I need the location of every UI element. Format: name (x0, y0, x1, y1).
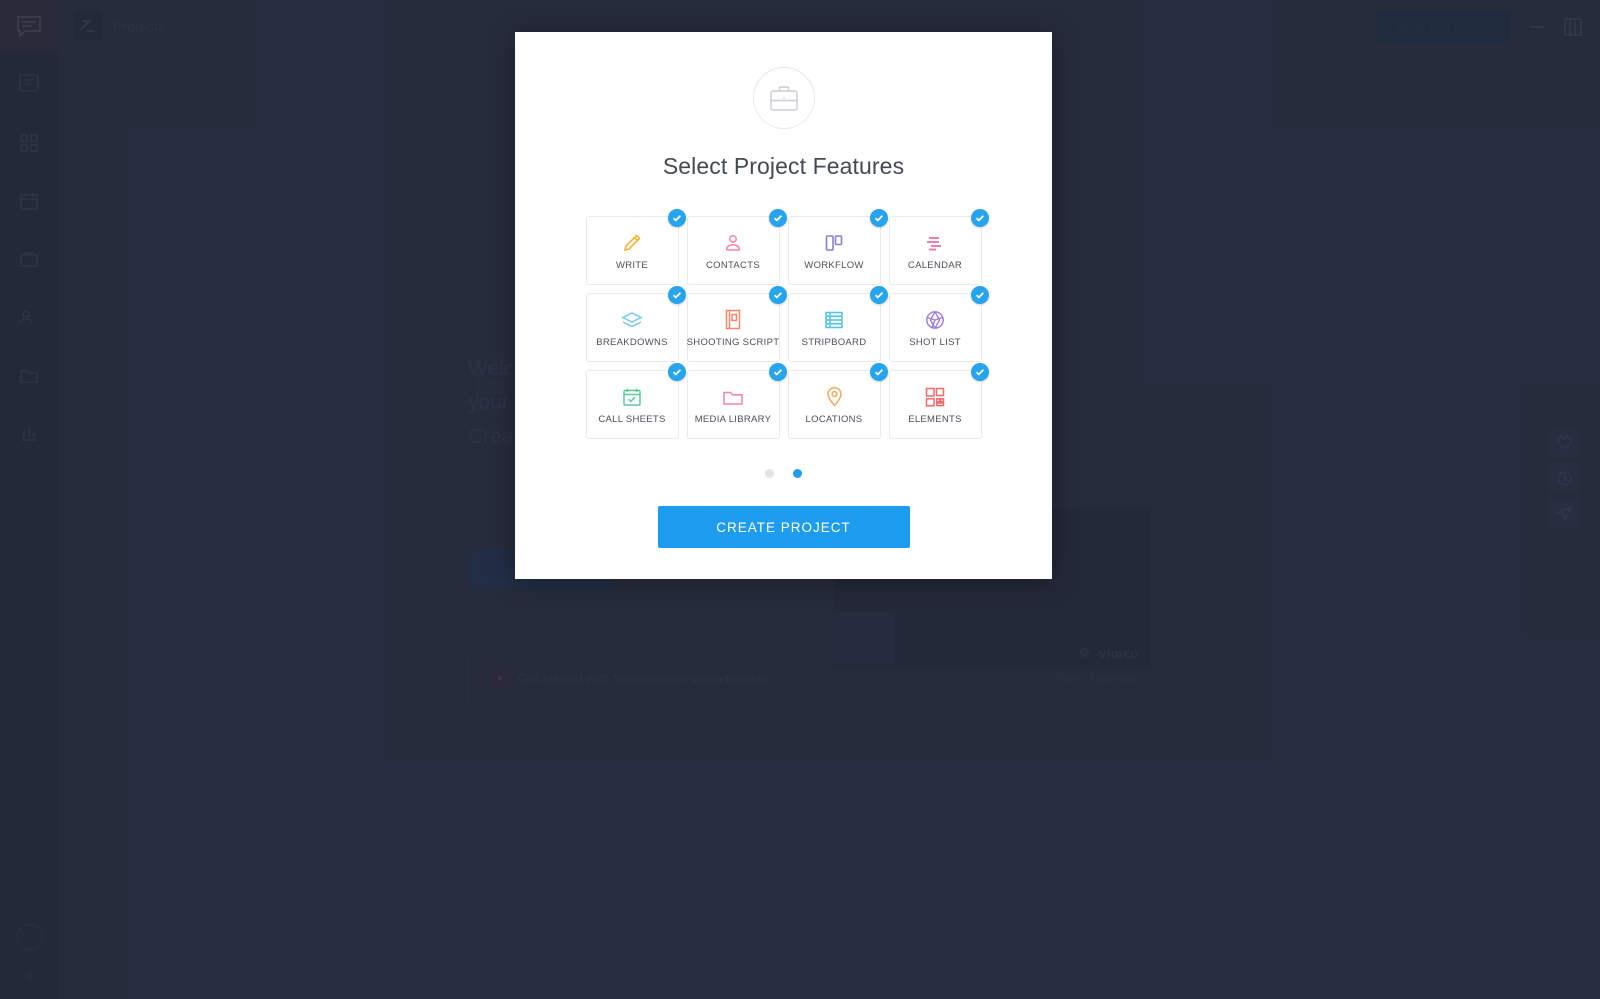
check-icon[interactable] (869, 363, 888, 381)
call-sheet-icon (622, 385, 642, 409)
check-icon[interactable] (667, 209, 686, 227)
folder-icon (722, 385, 744, 409)
feature-label: LOCATIONS (805, 413, 863, 425)
check-icon[interactable] (667, 363, 686, 381)
feature-card-shot-list[interactable]: SHOT LIST (888, 286, 989, 362)
calendar-bars-icon (924, 231, 946, 255)
pagination-dot-1[interactable] (765, 469, 774, 478)
feature-card-locations[interactable]: LOCATIONS (787, 363, 888, 439)
feature-card-call-sheets[interactable]: CALL SHEETS (585, 363, 686, 439)
feature-card-shooting-script[interactable]: SHOOTING SCRIPT (686, 286, 787, 362)
feature-card-calendar[interactable]: CALENDAR (888, 209, 989, 285)
page-title: Select Project Features (662, 153, 905, 179)
check-icon[interactable] (970, 286, 989, 304)
workflow-icon (824, 231, 844, 255)
feature-label: SHOOTING SCRIPT (686, 336, 780, 348)
check-icon[interactable] (667, 286, 686, 304)
briefcase-icon (752, 67, 815, 129)
feature-label: WRITE (615, 259, 649, 271)
feature-card-breakdowns[interactable]: BREAKDOWNS (585, 286, 686, 362)
check-icon[interactable] (768, 363, 787, 381)
aperture-icon (925, 308, 945, 332)
feature-label: STRIPBOARD (801, 336, 867, 348)
feature-card-media-library[interactable]: MEDIA LIBRARY (686, 363, 787, 439)
feature-card-workflow[interactable]: WORKFLOW (787, 209, 888, 285)
stripboard-icon (824, 308, 844, 332)
select-project-features-modal: Select Project Features WRITE CONTACTS W… (515, 32, 1052, 579)
feature-label: BREAKDOWNS (596, 336, 668, 348)
feature-card-contacts[interactable]: CONTACTS (686, 209, 787, 285)
create-project-button[interactable]: CREATE PROJECT (657, 506, 910, 548)
check-icon[interactable] (970, 209, 989, 227)
feature-label: CALL SHEETS (598, 413, 666, 425)
elements-grid-icon (925, 385, 945, 409)
check-icon[interactable] (970, 363, 989, 381)
check-icon[interactable] (869, 209, 888, 227)
pagination-dots (515, 469, 1052, 478)
script-icon (724, 308, 742, 332)
feature-card-stripboard[interactable]: STRIPBOARD (787, 286, 888, 362)
map-pin-icon (826, 385, 843, 409)
feature-label: CONTACTS (706, 259, 760, 271)
check-icon[interactable] (869, 286, 888, 304)
feature-grid: WRITE CONTACTS WORKFLOW CALENDAR BREAKDO… (585, 209, 989, 439)
pagination-dot-2[interactable] (793, 469, 802, 478)
pencil-icon (622, 231, 642, 255)
feature-label: MEDIA LIBRARY (694, 413, 772, 425)
contacts-icon (723, 231, 743, 255)
feature-card-write[interactable]: WRITE (585, 209, 686, 285)
check-icon[interactable] (768, 209, 787, 227)
feature-card-elements[interactable]: ELEMENTS (888, 363, 989, 439)
feature-label: ELEMENTS (908, 413, 962, 425)
layers-icon (621, 308, 643, 332)
feature-label: WORKFLOW (804, 259, 864, 271)
check-icon[interactable] (768, 286, 787, 304)
feature-label: CALENDAR (907, 259, 963, 271)
feature-label: SHOT LIST (909, 336, 961, 348)
